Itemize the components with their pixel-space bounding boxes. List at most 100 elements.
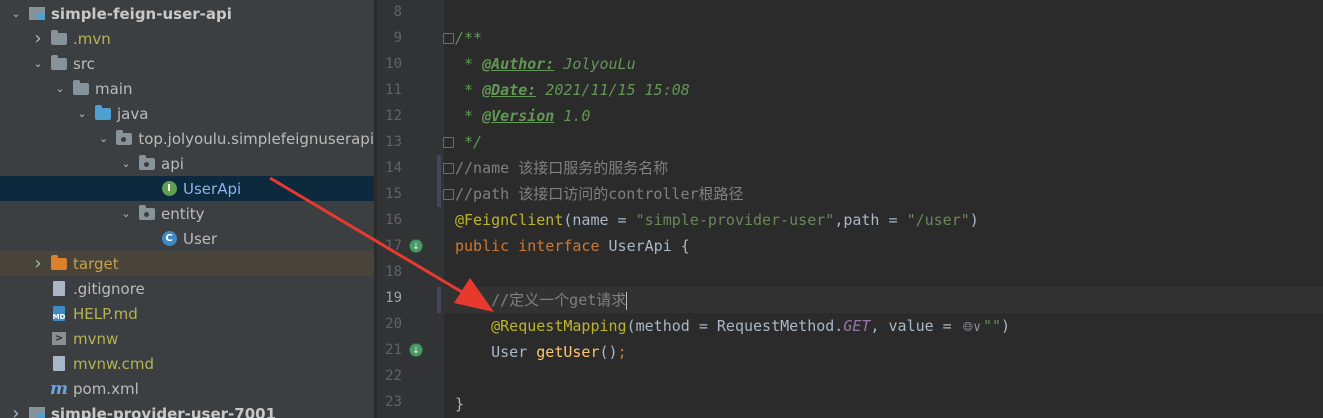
code-line-16[interactable]: @FeignClient(name = "simple-provider-use…	[455, 207, 979, 233]
code-line-12[interactable]: * @Version 1.0	[455, 103, 590, 129]
code-line-23[interactable]: }	[455, 391, 464, 417]
chevron-right-icon[interactable]: ›	[30, 28, 46, 49]
tree-item-label: simple-provider-user-7001	[51, 404, 277, 418]
chevron-down-icon[interactable]: ⌄	[96, 132, 111, 145]
tree-item-api[interactable]: ⌄ api	[0, 151, 374, 176]
line-number[interactable]: 12	[374, 103, 402, 129]
line-number[interactable]: 13	[374, 129, 402, 155]
chevron-right-icon[interactable]: ›	[30, 253, 46, 274]
tree-item-label: top.jolyoulu.simplefeignuserapi	[138, 129, 374, 148]
source-folder-icon	[94, 104, 112, 123]
tree-item-simple-feign-user-api[interactable]: ⌄ simple-feign-user-api	[0, 1, 374, 26]
code-text: )	[969, 211, 979, 229]
line-number[interactable]: 20	[374, 311, 402, 337]
tree-item-top-jolyoulu-simplefeignuserapi[interactable]: ⌄ top.jolyoulu.simplefeignuserapi	[0, 126, 374, 151]
tree-item-userapi[interactable]: I UserApi	[0, 176, 374, 201]
keyword: interface	[518, 237, 609, 255]
chevron-down-icon[interactable]: ⌄	[30, 57, 46, 70]
line-number[interactable]: 19	[374, 285, 402, 311]
tree-item-label: pom.xml	[73, 379, 139, 398]
tree-item-label: .mvn	[73, 29, 111, 48]
line-number[interactable]: 17	[374, 233, 402, 259]
fold-icon[interactable]	[440, 30, 456, 46]
implemented-icon[interactable]: ↓	[408, 238, 424, 254]
keyword: public	[455, 237, 519, 255]
line-number[interactable]: 8	[374, 0, 402, 25]
tree-item-target[interactable]: › target	[0, 251, 374, 276]
code-line-14[interactable]: //name 该接口服务的服务名称	[455, 155, 668, 181]
code-line-21[interactable]: User getUser();	[455, 339, 626, 365]
fold-icon[interactable]	[440, 186, 456, 202]
line-number[interactable]: 23	[374, 389, 402, 415]
line-number[interactable]: 14	[374, 155, 402, 181]
tree-item-java[interactable]: ⌄ java	[0, 101, 374, 126]
code-line-11[interactable]: * @Date: 2021/11/15 15:08	[455, 77, 690, 103]
string-literal: ""	[982, 317, 1002, 335]
chevron-down-icon[interactable]: ⌄	[52, 82, 68, 95]
doc-star: *	[455, 107, 483, 125]
fold-icon[interactable]	[440, 160, 456, 176]
doc-tag-version: @Version	[482, 107, 555, 125]
globe-icon[interactable]: 🌐︎∨	[963, 315, 981, 341]
interface-icon: I	[160, 180, 178, 198]
doc-star: *	[455, 81, 483, 99]
code-line-10[interactable]: * @Author: JolyouLu	[455, 51, 636, 77]
chevron-down-icon[interactable]: ⌄	[118, 207, 134, 220]
chevron-down-icon[interactable]: ⌄	[74, 107, 90, 120]
code-text: , value =	[870, 317, 961, 335]
code-line-13[interactable]: */	[455, 129, 482, 155]
code-line-9[interactable]: /**	[455, 25, 482, 51]
tree-item-label: src	[73, 54, 95, 73]
code-line-17[interactable]: public interface UserApi {	[455, 233, 690, 259]
class-icon: C	[160, 230, 178, 248]
code-text: User	[491, 343, 537, 361]
folder-icon	[50, 54, 68, 73]
tree-item-label: target	[73, 254, 119, 273]
code-line-15[interactable]: //path 该接口访问的controller根路径	[455, 181, 744, 207]
tree-item-pom-xml[interactable]: m pom.xml	[0, 376, 374, 401]
tree-item-gitignore[interactable]: .gitignore	[0, 276, 374, 301]
line-number[interactable]: 9	[374, 25, 402, 51]
line-number[interactable]: 18	[374, 259, 402, 285]
line-number[interactable]: 10	[374, 51, 402, 77]
line-number[interactable]: 11	[374, 77, 402, 103]
tree-item-simple-provider-user-7001[interactable]: › simple-provider-user-7001	[0, 401, 374, 418]
tree-item-label: simple-feign-user-api	[51, 4, 232, 23]
tree-item-mvn[interactable]: › .mvn	[0, 26, 374, 51]
tree-item-label: UserApi	[183, 179, 242, 198]
line-number[interactable]: 21	[374, 337, 402, 363]
tree-item-help-md[interactable]: MD HELP.md	[0, 301, 374, 326]
tree-item-main[interactable]: ⌄ main	[0, 76, 374, 101]
doc-comment-open: /**	[455, 29, 483, 47]
line-number[interactable]: 15	[374, 181, 402, 207]
tree-item-mvnw[interactable]: > mvnw	[0, 326, 374, 351]
module-icon	[28, 405, 46, 418]
tree-item-label: mvnw.cmd	[73, 354, 155, 373]
package-icon	[115, 129, 133, 148]
tree-item-src[interactable]: ⌄ src	[0, 51, 374, 76]
tree-item-entity[interactable]: ⌄ entity	[0, 201, 374, 226]
doc-version-value: 1.0	[554, 107, 591, 125]
code-line-19[interactable]: //定义一个get请求	[455, 287, 628, 313]
line-comment: //name 该接口服务的服务名称	[455, 159, 669, 177]
tree-item-mvnw-cmd[interactable]: mvnw.cmd	[0, 351, 374, 376]
line-number[interactable]: 16	[374, 207, 402, 233]
file-icon	[50, 355, 68, 373]
project-tool-window: ⌄ simple-feign-user-api › .mvn ⌄ src ⌄ main ⌄ jav…	[0, 0, 374, 418]
fold-icon[interactable]	[440, 134, 456, 150]
code-text: UserApi {	[608, 237, 690, 255]
line-comment: //定义一个get请求	[491, 291, 627, 309]
tree-item-user[interactable]: C User	[0, 226, 374, 251]
tree-item-label: mvnw	[73, 329, 119, 348]
terminal-icon: >	[50, 330, 68, 348]
implemented-icon[interactable]: ↓	[408, 342, 424, 358]
line-number[interactable]: 22	[374, 363, 402, 389]
chevron-down-icon[interactable]: ⌄	[8, 7, 24, 20]
tree-item-label: main	[95, 79, 133, 98]
code-line-20[interactable]: @RequestMapping(method = RequestMethod.G…	[455, 313, 1010, 339]
chevron-down-icon[interactable]: ⌄	[118, 157, 134, 170]
chevron-right-icon[interactable]: ›	[8, 403, 24, 418]
folder-icon	[50, 29, 68, 48]
